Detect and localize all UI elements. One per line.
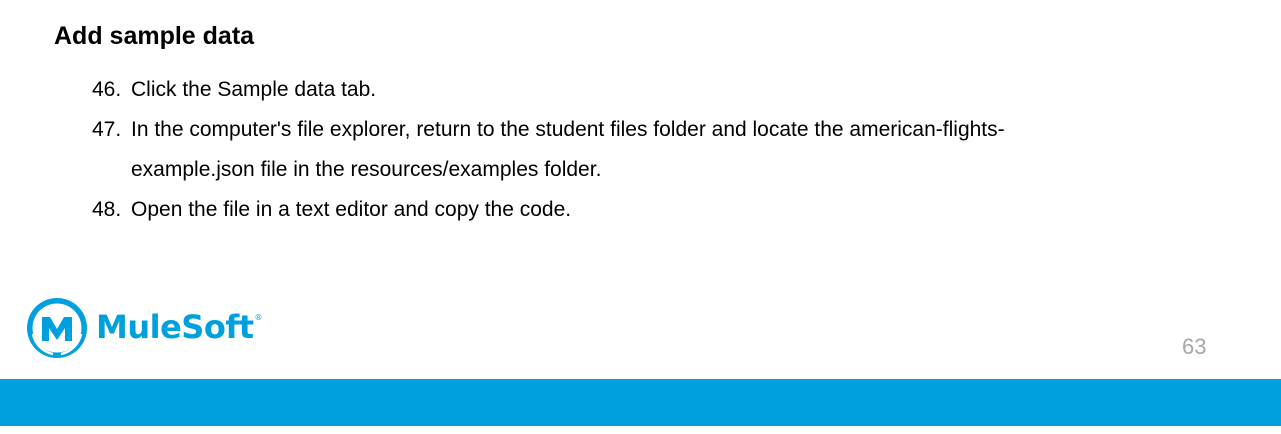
mulesoft-m-logo-icon (27, 298, 87, 358)
step-text-line: example.json file in the resources/examp… (131, 158, 602, 181)
step-number: 47. (92, 118, 122, 141)
footer-bar (0, 379, 1281, 426)
instruction-list: 46. Click the Sample data tab. 47. In th… (92, 70, 1212, 230)
page-number: 63 (1182, 334, 1207, 359)
step-number: 48. (92, 198, 122, 221)
list-item-47: 47. In the computer's file explorer, ret… (92, 110, 1212, 190)
mulesoft-logo: MuleSoft® (25, 296, 263, 360)
list-item-48: 48. Open the file in a text editor and c… (92, 190, 1212, 230)
registered-mark: ® (254, 313, 263, 322)
step-text-line: In the computer's file explorer, return … (131, 118, 1005, 141)
step-text-line: Click the Sample data tab. (131, 78, 377, 101)
logo-wordmark: MuleSoft® (96, 308, 263, 346)
list-item-46: 46. Click the Sample data tab. (92, 70, 1212, 110)
step-text-line: Open the file in a text editor and copy … (131, 198, 572, 221)
step-number: 46. (92, 78, 122, 101)
section-heading: Add sample data (54, 22, 255, 50)
